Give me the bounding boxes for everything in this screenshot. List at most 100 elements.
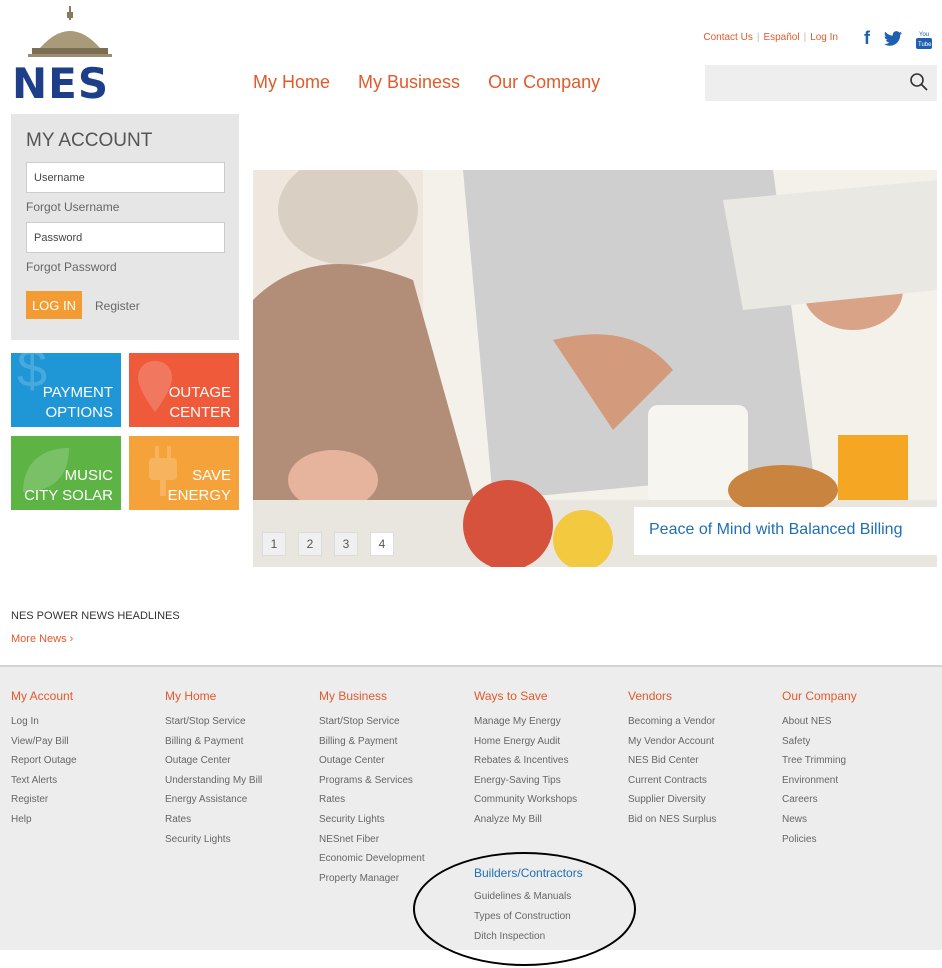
footer-heading[interactable]: My Home <box>165 689 262 703</box>
footer-link[interactable]: Outage Center <box>319 751 425 771</box>
music-city-solar-tile[interactable]: MUSIC CITY SOLAR <box>11 436 121 510</box>
footer-link[interactable]: Manage My Energy <box>474 712 577 732</box>
tile-label: MUSIC <box>64 467 113 484</box>
footer-link[interactable]: Programs & Services <box>319 771 425 791</box>
footer-link[interactable]: Home Energy Audit <box>474 732 577 752</box>
nes-logo[interactable]: NES <box>12 4 130 108</box>
footer-link[interactable]: Help <box>11 810 77 830</box>
footer-heading[interactable]: My Business <box>319 689 425 703</box>
footer-link[interactable]: Analyze My Bill <box>474 810 577 830</box>
nav-my-home[interactable]: My Home <box>253 72 330 93</box>
footer-link[interactable]: Energy Assistance <box>165 790 262 810</box>
footer-link[interactable]: Careers <box>782 790 857 810</box>
register-link[interactable]: Register <box>95 299 140 313</box>
logo-text: NES <box>12 59 110 108</box>
footer-link[interactable]: Security Lights <box>319 810 425 830</box>
youtube-icon[interactable]: You Tube <box>916 29 932 49</box>
footer-link[interactable]: Understanding My Bill <box>165 771 262 791</box>
footer-link[interactable]: Log In <box>11 712 77 732</box>
footer-heading[interactable]: Vendors <box>628 689 716 703</box>
footer-link[interactable]: Rebates & Incentives <box>474 751 577 771</box>
footer-heading[interactable]: My Account <box>11 689 77 703</box>
search-icon[interactable] <box>909 72 929 92</box>
payment-options-tile[interactable]: $ PAYMENT OPTIONS <box>11 353 121 427</box>
footer-link[interactable]: Billing & Payment <box>319 732 425 752</box>
forgot-username-link[interactable]: Forgot Username <box>26 200 119 214</box>
footer-link[interactable]: Current Contracts <box>628 771 716 791</box>
footer-link[interactable]: Economic Development <box>319 849 425 869</box>
footer-col-my-account: My Account Log In View/Pay Bill Report O… <box>11 689 77 830</box>
social-links: f You Tube <box>864 28 932 49</box>
footer-link[interactable]: Report Outage <box>11 751 77 771</box>
footer-link[interactable]: Policies <box>782 830 857 850</box>
contact-us-link[interactable]: Contact Us <box>703 32 752 43</box>
tile-label: SAVE <box>192 467 231 484</box>
username-field[interactable] <box>26 162 225 193</box>
footer-heading[interactable]: Ways to Save <box>474 689 577 703</box>
tile-label: CENTER <box>169 404 231 421</box>
nav-my-business[interactable]: My Business <box>358 72 460 93</box>
footer-link[interactable]: Security Lights <box>165 830 262 850</box>
footer-link[interactable]: Outage Center <box>165 751 262 771</box>
footer-link[interactable]: My Vendor Account <box>628 732 716 752</box>
footer-link[interactable]: Property Manager <box>319 869 425 889</box>
footer-col-our-company: Our Company About NES Safety Tree Trimmi… <box>782 689 857 849</box>
footer-link[interactable]: Register <box>11 790 77 810</box>
slide-dot-2[interactable]: 2 <box>298 532 322 556</box>
espanol-link[interactable]: Español <box>763 32 799 43</box>
footer-link[interactable]: News <box>782 810 857 830</box>
slide-dot-4[interactable]: 4 <box>370 532 394 556</box>
footer-link[interactable]: Tree Trimming <box>782 751 857 771</box>
facebook-icon[interactable]: f <box>864 28 870 49</box>
footer-link[interactable]: Community Workshops <box>474 790 577 810</box>
footer-col-ways-to-save: Ways to Save Manage My Energy Home Energ… <box>474 689 577 830</box>
dollar-icon: $ <box>17 353 48 399</box>
slide-dot-3[interactable]: 3 <box>334 532 358 556</box>
footer-link[interactable]: NES Bid Center <box>628 751 716 771</box>
tile-label: CITY SOLAR <box>24 487 113 504</box>
footer-link[interactable]: Rates <box>319 790 425 810</box>
more-news-link[interactable]: More News › <box>11 633 73 645</box>
footer-link[interactable]: Safety <box>782 732 857 752</box>
log-in-link[interactable]: Log In <box>810 32 838 43</box>
utility-links: Contact Us | Español | Log In <box>703 32 838 43</box>
footer-link[interactable]: Bid on NES Surplus <box>628 810 716 830</box>
outage-center-tile[interactable]: OUTAGE CENTER <box>129 353 239 427</box>
forgot-password-link[interactable]: Forgot Password <box>26 260 117 274</box>
tile-label: OUTAGE <box>168 384 231 401</box>
footer-col-vendors: Vendors Becoming a Vendor My Vendor Acco… <box>628 689 716 830</box>
search-input[interactable] <box>705 65 937 101</box>
nav-our-company[interactable]: Our Company <box>488 72 600 93</box>
footer-link[interactable]: NESnet Fiber <box>319 830 425 850</box>
footer-col-my-home: My Home Start/Stop Service Billing & Pay… <box>165 689 262 849</box>
footer-col-my-business: My Business Start/Stop Service Billing &… <box>319 689 425 888</box>
main-nav: My Home My Business Our Company <box>253 72 600 93</box>
svg-text:You: You <box>919 32 929 38</box>
hero-caption[interactable]: Peace of Mind with Balanced Billing <box>634 507 937 555</box>
footer-link[interactable]: Text Alerts <box>11 771 77 791</box>
separator: | <box>756 32 760 43</box>
separator: | <box>803 32 807 43</box>
carousel-pagination: 1 2 3 4 <box>262 532 394 556</box>
footer-link[interactable]: Supplier Diversity <box>628 790 716 810</box>
footer-heading[interactable]: Our Company <box>782 689 857 703</box>
footer-link[interactable]: Rates <box>165 810 262 830</box>
tile-label: PAYMENT <box>42 384 113 401</box>
footer-link[interactable]: Environment <box>782 771 857 791</box>
footer-link[interactable]: Billing & Payment <box>165 732 262 752</box>
footer-link[interactable]: Becoming a Vendor <box>628 712 716 732</box>
svg-text:Tube: Tube <box>918 42 932 48</box>
password-field[interactable] <box>26 222 225 253</box>
footer-link[interactable]: Start/Stop Service <box>319 712 425 732</box>
tile-label: OPTIONS <box>45 404 113 421</box>
slide-dot-1[interactable]: 1 <box>262 532 286 556</box>
annotation-circle <box>413 852 636 966</box>
footer-link[interactable]: View/Pay Bill <box>11 732 77 752</box>
login-button[interactable]: LOG IN <box>26 291 82 319</box>
footer-link[interactable]: About NES <box>782 712 857 732</box>
save-energy-tile[interactable]: SAVE ENERGY <box>129 436 239 510</box>
footer-link[interactable]: Start/Stop Service <box>165 712 262 732</box>
twitter-icon[interactable] <box>884 31 902 46</box>
my-account-panel: MY ACCOUNT Forgot Username Forgot Passwo… <box>11 114 239 340</box>
footer-link[interactable]: Energy-Saving Tips <box>474 771 577 791</box>
